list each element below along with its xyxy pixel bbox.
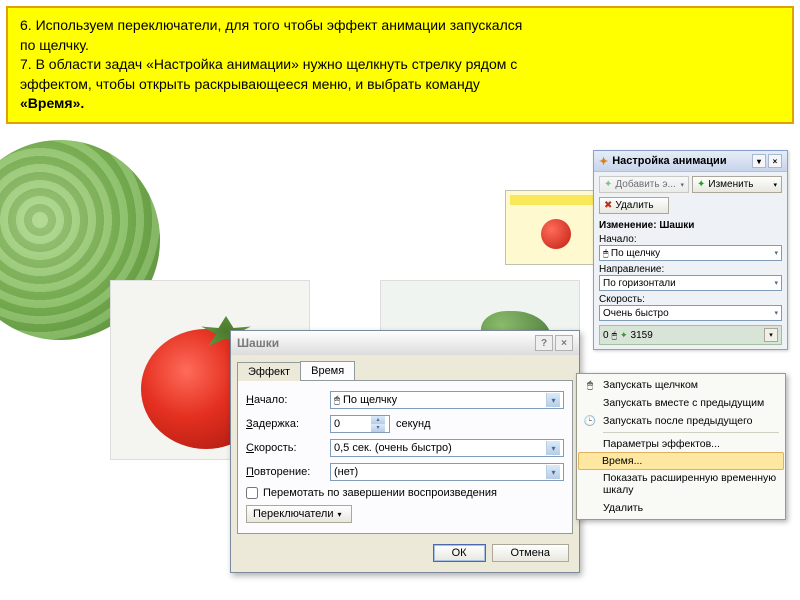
instruction-banner: 6. Используем переключатели, для того чт… — [6, 6, 794, 124]
slide-thumbnail — [505, 190, 605, 265]
modify-icon: ✦ — [697, 179, 705, 190]
dialog-title-text: Шашки — [237, 336, 279, 350]
add-icon: ✦ — [604, 179, 612, 190]
rewind-label: Перемотать по завершении воспроизведения — [263, 487, 497, 499]
animation-taskpane: ✦ Настройка анимации ▾ × ✦ Добавить э...… — [593, 150, 788, 350]
cm-start-after-previous[interactable]: 🕒Запускать после предыдущего — [579, 412, 783, 430]
tp-direction-label: Направление: — [599, 264, 782, 275]
tp-speed-label: Скорость: — [599, 294, 782, 305]
speed-value: 0,5 сек. (очень быстро) — [334, 442, 452, 454]
cm-effect-options[interactable]: Параметры эффектов... — [579, 435, 783, 453]
speed-select[interactable]: 0,5 сек. (очень быстро) ▾ — [330, 439, 564, 457]
effect-name: 3159 — [631, 330, 653, 341]
dialog-close-icon[interactable]: × — [555, 335, 573, 351]
repeat-select[interactable]: (нет) ▾ — [330, 463, 564, 481]
close-icon[interactable]: × — [768, 154, 782, 168]
seconds-suffix: секунд — [396, 418, 431, 430]
effect-dropdown-button[interactable]: ▾ — [764, 328, 778, 342]
tp-direction-value: По горизонтали — [603, 278, 676, 289]
tp-start-value: По щелчку — [611, 248, 660, 259]
cm-start-with-previous[interactable]: Запускать вместе с предыдущим — [579, 394, 783, 412]
effect-list-item[interactable]: 0 🖱 ✦ 3159 ▾ — [599, 325, 782, 345]
chevron-down-icon: ▾ — [546, 393, 560, 407]
chevron-down-icon: ▾ — [773, 181, 777, 189]
tp-speed-value: Очень быстро — [603, 308, 669, 319]
ok-button[interactable]: ОК — [433, 544, 486, 562]
add-effect-button[interactable]: ✦ Добавить э... ▾ — [599, 176, 689, 193]
cm-show-advanced-timeline[interactable]: Показать расширенную временную шкалу — [579, 469, 783, 499]
tab-time[interactable]: Время — [300, 361, 355, 380]
chevron-down-icon: ▾ — [546, 441, 560, 455]
spin-up-icon[interactable]: ▴ — [371, 416, 385, 424]
rewind-checkbox[interactable] — [246, 487, 258, 499]
effect-index: 0 — [603, 330, 609, 341]
tp-start-label: Начало: — [599, 234, 782, 245]
taskpane-title-text: Настройка анимации — [612, 155, 726, 167]
tab-effect[interactable]: Эффект — [237, 362, 301, 381]
chevron-down-icon: ▾ — [774, 249, 778, 257]
tp-speed-select[interactable]: Очень быстро ▾ — [599, 305, 782, 321]
remove-button[interactable]: ✖ Удалить — [599, 197, 669, 214]
modify-button[interactable]: ✦ Изменить ▾ — [692, 176, 782, 193]
instruction-line-7b: эффектом, чтобы открыть раскрывающееся м… — [20, 75, 780, 95]
speed-label: Скорость: — [246, 442, 324, 454]
clock-icon: 🕒 — [583, 416, 597, 427]
chevron-down-icon: ▾ — [774, 309, 778, 317]
cm-delete[interactable]: Удалить — [579, 499, 783, 517]
triggers-label: Переключатели — [253, 508, 333, 520]
dialog-titlebar[interactable]: Шашки ? × — [231, 331, 579, 355]
effect-section-label: Изменение: Шашки — [599, 220, 782, 231]
dialog-help-icon[interactable]: ? — [535, 335, 553, 351]
mouse-icon: 🖱 — [603, 248, 611, 258]
cm-timing[interactable]: Время... — [578, 452, 784, 470]
effect-context-menu: 🖱Запускать щелчком Запускать вместе с пр… — [576, 373, 786, 520]
remove-icon: ✖ — [604, 200, 612, 211]
instruction-line-6a: 6. Используем переключатели, для того чт… — [20, 16, 780, 36]
dropdown-icon[interactable]: ▾ — [752, 154, 766, 168]
delay-spinner[interactable]: ▴▾ — [330, 415, 390, 433]
mouse-icon: 🖱 — [334, 395, 340, 406]
taskpane-titlebar[interactable]: ✦ Настройка анимации ▾ × — [594, 151, 787, 172]
instruction-line-7c: «Время». — [20, 94, 780, 114]
start-label: Начало: — [246, 394, 324, 406]
chevron-down-icon: ▾ — [337, 510, 341, 519]
chevron-down-icon: ▾ — [680, 181, 684, 189]
chevron-down-icon: ▾ — [774, 279, 778, 287]
start-select[interactable]: 🖱По щелчку ▾ — [330, 391, 564, 409]
delay-input[interactable] — [331, 418, 371, 430]
delay-label: Задержка: — [246, 418, 324, 430]
chevron-down-icon: ▾ — [546, 465, 560, 479]
repeat-value: (нет) — [334, 466, 358, 478]
remove-label: Удалить — [615, 200, 653, 211]
star-icon: ✦ — [620, 330, 628, 341]
instruction-line-7a: 7. В области задач «Настройка анимации» … — [20, 55, 780, 75]
modify-label: Изменить — [708, 179, 753, 190]
tp-direction-select[interactable]: По горизонтали ▾ — [599, 275, 782, 291]
add-effect-label: Добавить э... — [615, 179, 675, 190]
tp-start-select[interactable]: 🖱 По щелчку ▾ — [599, 245, 782, 261]
triggers-button[interactable]: Переключатели ▾ — [246, 505, 352, 523]
repeat-label: Повторение: — [246, 466, 324, 478]
menu-separator — [603, 432, 779, 433]
star-icon: ✦ — [599, 155, 608, 168]
start-value: По щелчку — [343, 394, 397, 406]
instruction-line-6b: по щелчку. — [20, 36, 780, 56]
timing-dialog: Шашки ? × Эффект Время Начало: 🖱По щелчк… — [230, 330, 580, 573]
cm-start-on-click[interactable]: 🖱Запускать щелчком — [579, 376, 783, 394]
cancel-button[interactable]: Отмена — [492, 544, 569, 562]
mouse-icon: 🖱 — [612, 330, 617, 341]
mouse-icon: 🖱 — [583, 380, 597, 391]
spin-down-icon[interactable]: ▾ — [371, 424, 385, 432]
